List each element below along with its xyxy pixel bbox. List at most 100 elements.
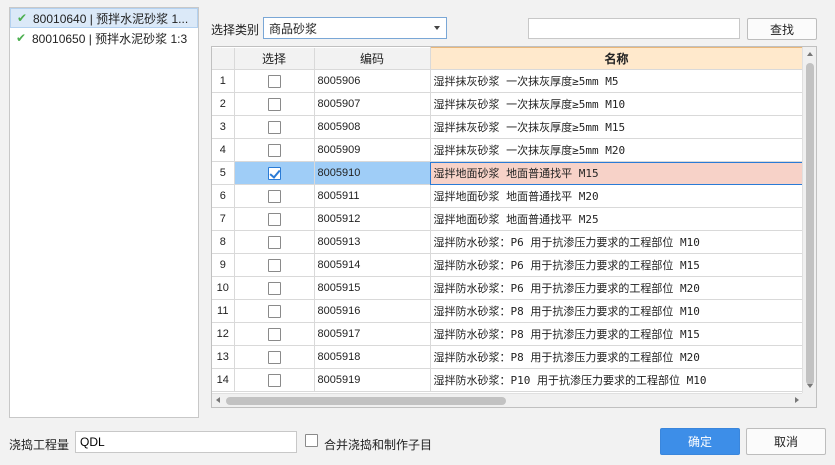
name-cell[interactable]: 湿拌防水砂浆：P8 用于抗渗压力要求的工程部位 M15 xyxy=(430,322,804,346)
row-number: 6 xyxy=(212,184,235,208)
row-select-checkbox[interactable] xyxy=(267,74,281,88)
row-select-checkbox[interactable] xyxy=(267,304,281,318)
table-header-row: 选择 编码 名称 xyxy=(212,47,804,70)
row-select-checkbox[interactable] xyxy=(267,212,281,226)
horizontal-scrollbar[interactable] xyxy=(212,393,803,407)
column-header-select[interactable]: 选择 xyxy=(234,47,315,70)
select-cell xyxy=(234,69,315,93)
name-cell[interactable]: 湿拌防水砂浆：P8 用于抗渗压力要求的工程部位 M10 xyxy=(430,299,804,323)
table-row[interactable]: 4 8005909 湿拌抹灰砂浆 一次抹灰厚度≥5mm M20 xyxy=(212,138,804,162)
select-cell xyxy=(234,92,315,116)
row-number: 11 xyxy=(212,299,235,323)
table-row[interactable]: 13 8005918 湿拌防水砂浆：P8 用于抗渗压力要求的工程部位 M20 xyxy=(212,345,804,369)
row-select-checkbox[interactable] xyxy=(267,281,281,295)
code-cell[interactable]: 8005918 xyxy=(314,345,431,369)
merge-subitems-checkbox[interactable] xyxy=(305,434,318,447)
code-cell[interactable]: 8005911 xyxy=(314,184,431,208)
row-select-checkbox[interactable] xyxy=(267,120,281,134)
name-cell[interactable]: 湿拌防水砂浆：P10 用于抗渗压力要求的工程部位 M10 xyxy=(430,368,804,392)
select-cell xyxy=(234,184,315,208)
row-select-checkbox[interactable] xyxy=(267,327,281,341)
code-cell[interactable]: 8005913 xyxy=(314,230,431,254)
code-cell[interactable]: 8005909 xyxy=(314,138,431,162)
row-number: 13 xyxy=(212,345,235,369)
row-number: 12 xyxy=(212,322,235,346)
cancel-button[interactable]: 取消 xyxy=(746,428,826,455)
select-cell xyxy=(234,276,315,300)
code-cell[interactable]: 8005914 xyxy=(314,253,431,277)
name-cell[interactable]: 湿拌抹灰砂浆 一次抹灰厚度≥5mm M20 xyxy=(430,138,804,162)
chevron-down-icon[interactable] xyxy=(434,26,440,30)
name-cell[interactable]: 湿拌防水砂浆：P8 用于抗渗压力要求的工程部位 M20 xyxy=(430,345,804,369)
table-row[interactable]: 8 8005913 湿拌防水砂浆：P6 用于抗渗压力要求的工程部位 M10 xyxy=(212,230,804,254)
table-row[interactable]: 11 8005916 湿拌防水砂浆：P8 用于抗渗压力要求的工程部位 M10 xyxy=(212,299,804,323)
scroll-right-arrow-icon[interactable] xyxy=(795,397,799,403)
code-cell[interactable]: 8005916 xyxy=(314,299,431,323)
column-header-name[interactable]: 名称 xyxy=(430,47,804,70)
search-input[interactable] xyxy=(528,18,740,39)
name-cell[interactable]: 湿拌防水砂浆：P6 用于抗渗压力要求的工程部位 M10 xyxy=(430,230,804,254)
table-row[interactable]: 3 8005908 湿拌抹灰砂浆 一次抹灰厚度≥5mm M15 xyxy=(212,115,804,139)
name-cell[interactable]: 湿拌防水砂浆：P6 用于抗渗压力要求的工程部位 M20 xyxy=(430,276,804,300)
name-cell[interactable]: 湿拌抹灰砂浆 一次抹灰厚度≥5mm M5 xyxy=(430,69,804,93)
scroll-corner xyxy=(802,393,816,407)
category-select[interactable]: 商品砂浆 xyxy=(263,17,447,39)
code-cell[interactable]: 8005907 xyxy=(314,92,431,116)
code-cell[interactable]: 8005910 xyxy=(314,161,431,185)
vertical-scroll-thumb[interactable] xyxy=(806,63,814,385)
quota-tree-panel[interactable]: ✔ 80010640 | 预拌水泥砂浆 1... ✔ 80010650 | 预拌水泥砂… xyxy=(9,7,199,418)
table-row[interactable]: 6 8005911 湿拌地面砂浆 地面普通找平 M20 xyxy=(212,184,804,208)
merge-subitems-label: 合并浇捣和制作子目 xyxy=(324,438,433,452)
tree-item[interactable]: ✔ 80010640 | 预拌水泥砂浆 1... xyxy=(10,8,198,28)
column-header-rownum xyxy=(212,47,235,70)
row-select-checkbox[interactable] xyxy=(267,97,281,111)
scroll-down-arrow-icon[interactable] xyxy=(807,384,813,388)
name-cell[interactable]: 湿拌防水砂浆：P6 用于抗渗压力要求的工程部位 M15 xyxy=(430,253,804,277)
row-select-checkbox[interactable] xyxy=(267,373,281,387)
name-cell[interactable]: 湿拌抹灰砂浆 一次抹灰厚度≥5mm M15 xyxy=(430,115,804,139)
tree-item-label: 80010650 | 预拌水泥砂浆 1:3 xyxy=(32,31,188,46)
row-select-checkbox[interactable] xyxy=(267,258,281,272)
select-cell xyxy=(234,322,315,346)
row-select-checkbox[interactable] xyxy=(267,166,281,180)
code-cell[interactable]: 8005906 xyxy=(314,69,431,93)
code-cell[interactable]: 8005912 xyxy=(314,207,431,231)
column-header-code[interactable]: 编码 xyxy=(314,47,431,70)
scroll-left-arrow-icon[interactable] xyxy=(216,397,220,403)
row-select-checkbox[interactable] xyxy=(267,350,281,364)
pour-quantity-input[interactable] xyxy=(75,431,297,453)
select-cell xyxy=(234,230,315,254)
table-row[interactable]: 10 8005915 湿拌防水砂浆：P6 用于抗渗压力要求的工程部位 M20 xyxy=(212,276,804,300)
row-select-checkbox[interactable] xyxy=(267,143,281,157)
table-row[interactable]: 5 8005910 湿拌地面砂浆 地面普通找平 M15 xyxy=(212,161,804,185)
row-select-checkbox[interactable] xyxy=(267,235,281,249)
find-button[interactable]: 查找 xyxy=(747,18,817,40)
material-grid[interactable]: 选择 编码 名称 1 8005906 湿拌抹灰砂浆 一次抹灰厚度≥5mm M5 2 80… xyxy=(211,46,817,408)
tree-item[interactable]: ✔ 80010650 | 预拌水泥砂浆 1:3 xyxy=(10,28,198,48)
row-number: 8 xyxy=(212,230,235,254)
table-row[interactable]: 9 8005914 湿拌防水砂浆：P6 用于抗渗压力要求的工程部位 M15 xyxy=(212,253,804,277)
ok-button[interactable]: 确定 xyxy=(660,428,740,455)
material-table: 选择 编码 名称 1 8005906 湿拌抹灰砂浆 一次抹灰厚度≥5mm M5 2 80… xyxy=(212,47,804,392)
table-row[interactable]: 1 8005906 湿拌抹灰砂浆 一次抹灰厚度≥5mm M5 xyxy=(212,69,804,93)
name-cell[interactable]: 湿拌地面砂浆 地面普通找平 M15 xyxy=(430,161,804,185)
scroll-up-arrow-icon[interactable] xyxy=(807,52,813,56)
code-cell[interactable]: 8005908 xyxy=(314,115,431,139)
table-row[interactable]: 12 8005917 湿拌防水砂浆：P8 用于抗渗压力要求的工程部位 M15 xyxy=(212,322,804,346)
row-number: 7 xyxy=(212,207,235,231)
name-cell[interactable]: 湿拌地面砂浆 地面普通找平 M20 xyxy=(430,184,804,208)
horizontal-scroll-thumb[interactable] xyxy=(226,397,506,405)
name-cell[interactable]: 湿拌地面砂浆 地面普通找平 M25 xyxy=(430,207,804,231)
table-row[interactable]: 2 8005907 湿拌抹灰砂浆 一次抹灰厚度≥5mm M10 xyxy=(212,92,804,116)
row-number: 10 xyxy=(212,276,235,300)
table-row[interactable]: 7 8005912 湿拌地面砂浆 地面普通找平 M25 xyxy=(212,207,804,231)
code-cell[interactable]: 8005919 xyxy=(314,368,431,392)
code-cell[interactable]: 8005917 xyxy=(314,322,431,346)
code-cell[interactable]: 8005915 xyxy=(314,276,431,300)
vertical-scrollbar[interactable] xyxy=(802,47,816,393)
name-cell[interactable]: 湿拌抹灰砂浆 一次抹灰厚度≥5mm M10 xyxy=(430,92,804,116)
select-cell xyxy=(234,138,315,162)
row-select-checkbox[interactable] xyxy=(267,189,281,203)
category-label: 选择类别 xyxy=(211,23,260,37)
table-row[interactable]: 14 8005919 湿拌防水砂浆：P10 用于抗渗压力要求的工程部位 M10 xyxy=(212,368,804,392)
